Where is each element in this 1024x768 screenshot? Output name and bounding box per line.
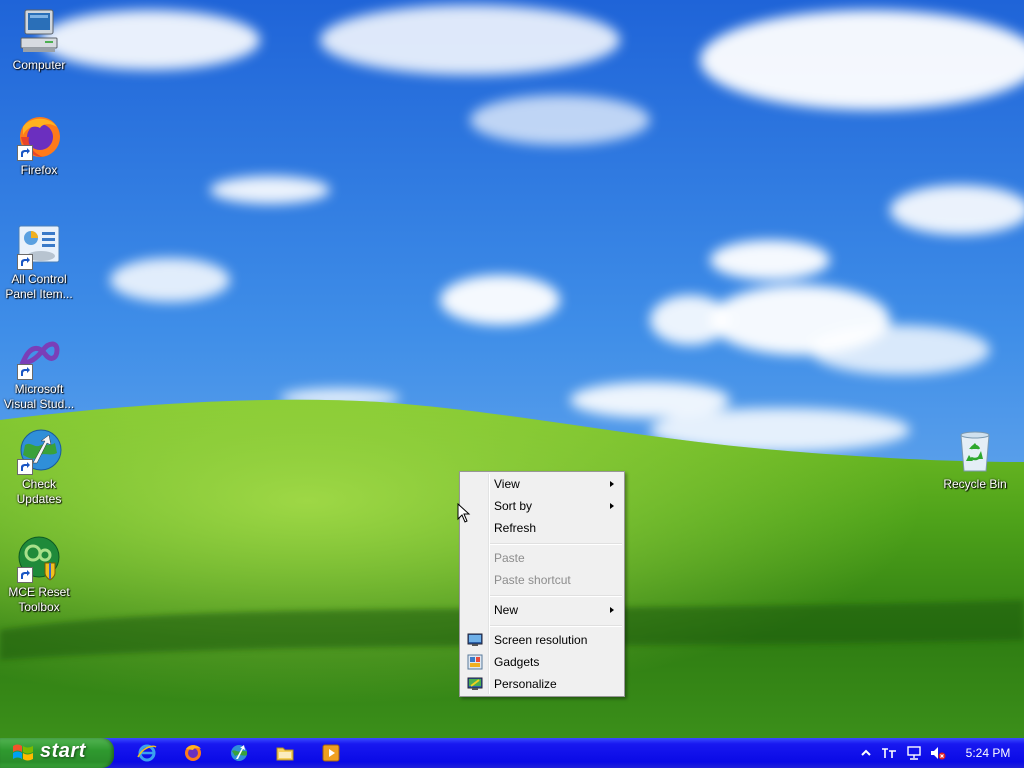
menu-item-label: New	[494, 603, 519, 617]
taskbar-clock[interactable]: 5:24 PM	[958, 738, 1018, 768]
media-player-icon[interactable]	[321, 743, 341, 763]
personalize-icon	[467, 676, 483, 692]
desktop-icon-firefox[interactable]: Firefox	[0, 113, 78, 178]
desktop-icon-label-line2: Panel Item...	[5, 287, 73, 301]
menu-item-view[interactable]: View	[462, 473, 622, 495]
firefox-quicklaunch-icon[interactable]	[183, 743, 203, 763]
menu-item-personalize[interactable]: Personalize	[462, 673, 622, 695]
desktop-icon-check-updates[interactable]: Check Updates	[0, 427, 78, 507]
desktop-context-menu: View Sort by Refresh Paste Paste shortcu…	[459, 471, 625, 697]
menu-item-new[interactable]: New	[462, 599, 622, 621]
volume-muted-icon[interactable]	[930, 745, 946, 761]
shortcut-arrow-icon	[17, 364, 33, 380]
desktop-icon-label-line1: MCE Reset	[8, 585, 70, 599]
globe-update-icon	[15, 427, 63, 475]
menu-item-refresh[interactable]: Refresh	[462, 517, 622, 539]
menu-item-screen-resolution[interactable]: Screen resolution	[462, 629, 622, 651]
show-hidden-icons-chevron-icon[interactable]	[858, 745, 874, 761]
firefox-icon	[15, 113, 63, 161]
desktop-icon-label: Firefox	[20, 163, 58, 177]
language-input-icon[interactable]	[881, 745, 897, 761]
menu-item-paste[interactable]: Paste	[462, 547, 622, 569]
desktop-icon-label: Computer	[12, 58, 66, 72]
menu-item-label: Paste	[494, 551, 525, 565]
mouse-cursor-icon	[457, 503, 471, 523]
shortcut-arrow-icon	[17, 459, 33, 475]
shortcut-arrow-icon	[17, 567, 33, 583]
windows-logo-icon	[13, 744, 33, 761]
menu-item-label: Paste shortcut	[494, 573, 571, 587]
submenu-arrow-icon	[610, 503, 614, 509]
menu-separator	[490, 625, 622, 627]
monitor-icon	[467, 632, 483, 648]
desktop-icon-control-panel[interactable]: All Control Panel Item...	[0, 222, 78, 302]
visual-studio-icon	[15, 332, 63, 380]
taskbar: start 5:24 PM	[0, 738, 1024, 768]
internet-explorer-icon[interactable]	[137, 743, 157, 763]
globe-update-quicklaunch-icon[interactable]	[229, 743, 249, 763]
desktop-icon-computer[interactable]: Computer	[0, 8, 78, 73]
desktop-icon-recycle-bin[interactable]: Recycle Bin	[936, 427, 1014, 492]
desktop-icon-label-line2: Updates	[16, 492, 62, 506]
control-panel-icon	[15, 222, 63, 270]
desktop-icon-visual-studio[interactable]: Microsoft Visual Stud...	[0, 332, 78, 412]
desktop-icon-label-line1: All Control	[11, 272, 67, 286]
folder-icon[interactable]	[275, 743, 295, 763]
menu-item-sort-by[interactable]: Sort by	[462, 495, 622, 517]
desktop-icon-mce-reset-toolbox[interactable]: MCE Reset Toolbox	[0, 535, 78, 615]
mce-reset-toolbox-icon	[15, 535, 63, 583]
recycle-bin-icon	[951, 427, 999, 475]
menu-separator	[490, 595, 622, 597]
menu-item-label: View	[494, 477, 520, 491]
computer-icon	[15, 8, 63, 56]
desktop-icon-label-line2: Visual Stud...	[3, 397, 75, 411]
shortcut-arrow-icon	[17, 254, 33, 270]
menu-item-label: Gadgets	[494, 655, 540, 669]
menu-item-label: Refresh	[494, 521, 537, 535]
desktop-icon-label-line1: Check	[21, 477, 56, 491]
menu-item-label: Screen resolution	[494, 633, 588, 647]
desktop-icon-label-line1: Microsoft	[14, 382, 64, 396]
start-button[interactable]: start	[0, 738, 114, 768]
menu-item-gadgets[interactable]: Gadgets	[462, 651, 622, 673]
shortcut-arrow-icon	[17, 145, 33, 161]
menu-item-label: Personalize	[494, 677, 557, 691]
submenu-arrow-icon	[610, 607, 614, 613]
gadgets-icon	[467, 654, 483, 670]
menu-separator	[490, 543, 622, 545]
menu-item-paste-shortcut[interactable]: Paste shortcut	[462, 569, 622, 591]
network-icon[interactable]	[906, 745, 922, 761]
desktop-icon-label: Recycle Bin	[943, 477, 1007, 491]
desktop-icon-label-line2: Toolbox	[18, 600, 60, 614]
start-label: start	[40, 740, 86, 762]
submenu-arrow-icon	[610, 481, 614, 487]
menu-item-label: Sort by	[494, 499, 533, 513]
